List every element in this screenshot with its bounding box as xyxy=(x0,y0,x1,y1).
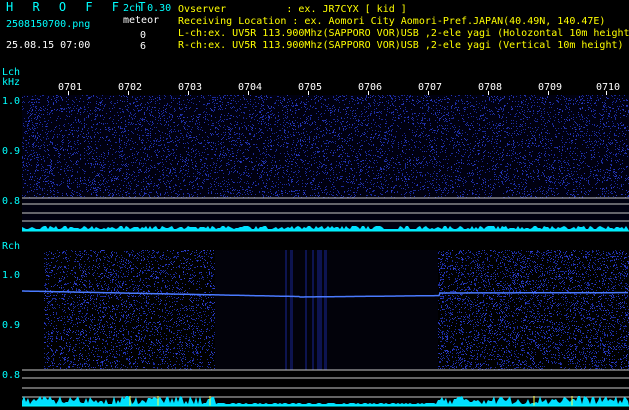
time-tick-mark xyxy=(488,91,489,95)
time-tick-mark xyxy=(68,91,69,95)
time-tick-mark xyxy=(368,91,369,95)
time-tick-mark xyxy=(128,91,129,95)
rch-vertical-streak xyxy=(290,250,293,370)
time-tick-mark xyxy=(248,91,249,95)
rch-vertical-streak xyxy=(285,250,287,370)
rch-ylabel-3: 0.8 xyxy=(2,370,21,381)
time-tick-mark xyxy=(308,91,309,95)
rch-channel-label: Rch xyxy=(2,241,21,252)
lch-ylabel-1: 1.0 xyxy=(2,96,21,107)
spectrogram xyxy=(22,95,629,407)
time-tick-mark xyxy=(428,91,429,95)
lch-ylabel-3: 0.8 xyxy=(2,196,21,207)
rch-vertical-streak xyxy=(312,250,314,370)
time-tick-mark xyxy=(548,91,549,95)
rch-vertical-streak xyxy=(324,250,327,370)
rch-vertical-streak xyxy=(317,250,322,370)
lch-unit-label: kHz xyxy=(2,77,21,88)
rch-ylabel-1: 1.0 xyxy=(2,270,21,281)
rch-ylabel-2: 0.9 xyxy=(2,320,21,331)
time-tick-mark xyxy=(606,91,607,95)
time-tick-mark xyxy=(188,91,189,95)
rch-vertical-streak xyxy=(305,250,307,370)
lch-ylabel-2: 0.9 xyxy=(2,146,21,157)
